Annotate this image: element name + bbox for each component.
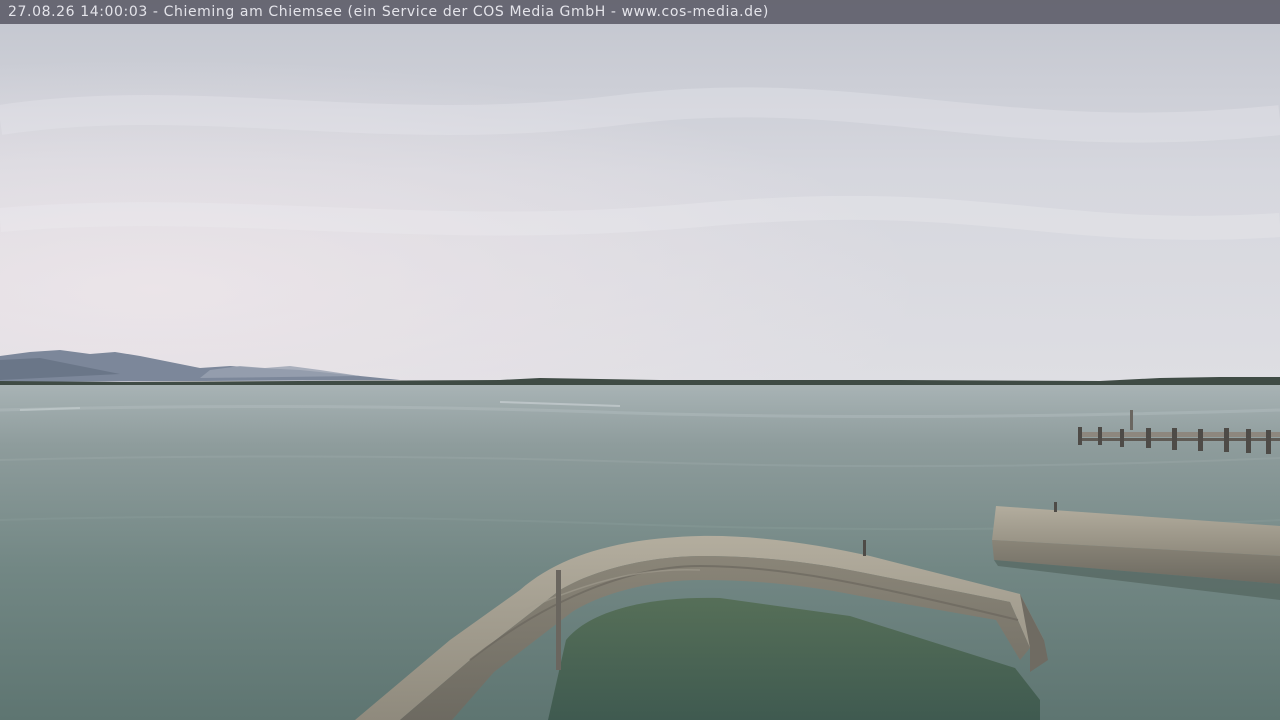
webcam-view: 27.08.26 14:00:03 - Chieming am Chiemsee… — [0, 0, 1280, 720]
webcam-image — [0, 0, 1280, 720]
caption-bar: 27.08.26 14:00:03 - Chieming am Chiemsee… — [0, 0, 1280, 24]
caption-text: 27.08.26 14:00:03 - Chieming am Chiemsee… — [8, 4, 769, 20]
